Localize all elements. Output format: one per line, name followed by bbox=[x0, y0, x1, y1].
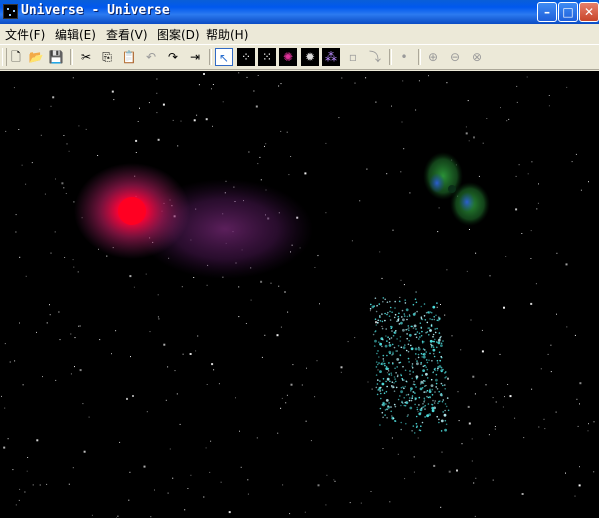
toolbar-separator bbox=[418, 49, 421, 65]
cut-icon[interactable]: ✂ bbox=[77, 48, 95, 66]
point-tool-icon[interactable]: • bbox=[395, 48, 413, 66]
red-nebula-icon[interactable]: ✺ bbox=[279, 48, 297, 66]
toolbar-separator bbox=[70, 49, 73, 65]
target-icon[interactable]: ⊗ bbox=[468, 48, 486, 66]
zoom-in-icon[interactable]: ⊕ bbox=[424, 48, 442, 66]
title-bar[interactable]: Universe - Universe – □ ✕ bbox=[0, 0, 599, 24]
app-window: Universe - Universe – □ ✕ 文件(F) 编辑(E) 查看… bbox=[0, 0, 599, 518]
maximize-button[interactable]: □ bbox=[558, 2, 578, 22]
cluster-icon[interactable]: ⁂ bbox=[322, 48, 340, 66]
toolbar-separator bbox=[389, 49, 392, 65]
export-icon[interactable]: ⇥ bbox=[186, 48, 204, 66]
menu-help[interactable]: 帮助(H) bbox=[206, 26, 248, 43]
universe-canvas[interactable] bbox=[0, 71, 599, 518]
redo-icon[interactable]: ↷ bbox=[164, 48, 182, 66]
blank-tool-icon[interactable]: ▫ bbox=[344, 48, 362, 66]
window-title: Universe - Universe bbox=[21, 3, 170, 18]
copy-icon[interactable]: ⎘ bbox=[98, 48, 116, 66]
rotate-tool-icon[interactable]: ⤵ bbox=[366, 48, 384, 66]
select-arrow-icon[interactable]: ↖ bbox=[215, 48, 233, 66]
toolbar-separator bbox=[209, 49, 212, 65]
app-icon[interactable] bbox=[3, 4, 18, 19]
menu-file[interactable]: 文件(F) bbox=[5, 26, 45, 43]
close-button[interactable]: ✕ bbox=[579, 2, 599, 22]
background-stars bbox=[1, 72, 595, 518]
open-icon[interactable]: 📂 bbox=[27, 48, 45, 66]
starfield bbox=[1, 72, 595, 518]
dense-stars-icon[interactable]: ⁙ bbox=[258, 48, 276, 66]
red-nebula-core bbox=[118, 197, 146, 225]
new-icon[interactable]: 🗋 bbox=[7, 48, 25, 66]
toolbar: 🗋 📂 💾 ✂ ⎘ 📋 ↶ ↷ ⇥ ↖ ⁘ ⁙ ✺ ✹ ⁂ ▫ ⤵ • ⊕ ⊖ … bbox=[0, 44, 599, 70]
zoom-out-icon[interactable]: ⊖ bbox=[446, 48, 464, 66]
star-cluster[interactable] bbox=[369, 291, 450, 434]
galaxy-icon[interactable]: ✹ bbox=[301, 48, 319, 66]
undo-icon[interactable]: ↶ bbox=[142, 48, 160, 66]
menu-bar: 文件(F) 编辑(E) 查看(V) 图案(D) 帮助(H) bbox=[0, 24, 599, 44]
paste-icon[interactable]: 📋 bbox=[120, 48, 138, 66]
minimize-button[interactable]: – bbox=[537, 2, 557, 22]
menu-pattern[interactable]: 图案(D) bbox=[157, 26, 200, 43]
spiral-galaxy[interactable] bbox=[423, 152, 490, 226]
menu-edit[interactable]: 编辑(E) bbox=[55, 26, 96, 43]
starfield-icon[interactable]: ⁘ bbox=[237, 48, 255, 66]
save-icon[interactable]: 💾 bbox=[47, 48, 65, 66]
menu-view[interactable]: 查看(V) bbox=[106, 26, 148, 43]
